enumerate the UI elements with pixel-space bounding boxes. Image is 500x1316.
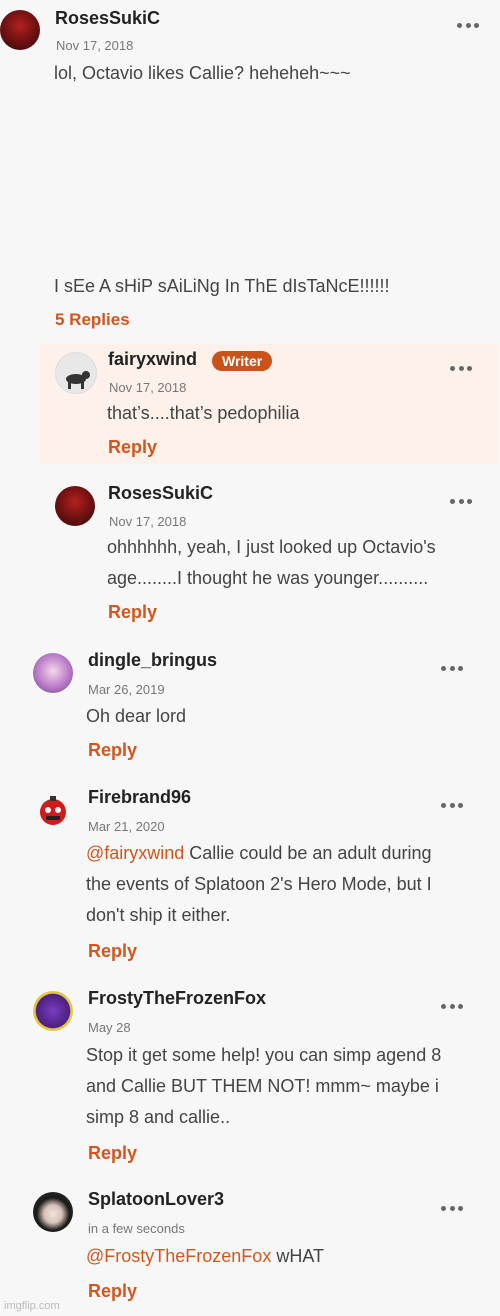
avatar[interactable] bbox=[55, 486, 95, 526]
avatar[interactable] bbox=[55, 352, 97, 394]
dog-image bbox=[66, 371, 90, 389]
user-mention-link[interactable]: @fairyxwind bbox=[86, 843, 184, 863]
comment-text-line: ohhhhhh, yeah, I just looked up Octavio'… bbox=[107, 537, 436, 557]
comment-text-line: age........I thought he was younger.....… bbox=[107, 568, 429, 588]
comment-date: Mar 21, 2020 bbox=[88, 819, 165, 834]
writer-badge: Writer bbox=[212, 351, 273, 371]
comment-date: Nov 17, 2018 bbox=[109, 380, 187, 395]
comment-text-line: Stop it get some help! you can simp agen… bbox=[86, 1045, 442, 1065]
comment-date: Nov 17, 2018 bbox=[109, 514, 187, 529]
comment-text-line: Oh dear lord bbox=[86, 706, 187, 726]
username[interactable]: FrostyTheFrozenFox bbox=[88, 988, 266, 1009]
comment-text-line: simp 8 and callie.. bbox=[86, 1107, 231, 1127]
comment-date: Nov 17, 2018 bbox=[56, 38, 134, 53]
reply-button[interactable]: Reply bbox=[108, 437, 157, 458]
more-dots-icon[interactable] bbox=[450, 364, 472, 372]
comment-date: in a few seconds bbox=[88, 1221, 185, 1236]
comment-date: Mar 26, 2019 bbox=[88, 682, 165, 697]
username[interactable]: RosesSukiC bbox=[55, 8, 160, 29]
more-dots-icon[interactable] bbox=[441, 801, 463, 809]
username[interactable]: dingle_bringus bbox=[88, 650, 217, 671]
comment-text: wHAT bbox=[271, 1246, 324, 1266]
comment-text-line: and Callie BUT THEM NOT! mmm~ maybe i bbox=[86, 1076, 439, 1096]
comment-text: Callie could be an adult during bbox=[184, 843, 432, 863]
reply-button[interactable]: Reply bbox=[108, 602, 157, 623]
more-dots-icon[interactable] bbox=[441, 664, 463, 672]
username[interactable]: SplatoonLover3 bbox=[88, 1189, 224, 1210]
reply-button[interactable]: Reply bbox=[88, 941, 137, 962]
watermark: imgflip.com bbox=[4, 1300, 60, 1312]
reply-button[interactable]: Reply bbox=[88, 1281, 137, 1302]
user-mention-link[interactable]: @FrostyTheFrozenFox bbox=[86, 1246, 271, 1266]
comment-text-line: don't ship it either. bbox=[86, 905, 231, 925]
username[interactable]: RosesSukiC bbox=[108, 483, 213, 504]
comment-text-line: @fairyxwind Callie could be an adult dur… bbox=[86, 843, 431, 864]
avatar[interactable] bbox=[33, 991, 73, 1031]
avatar[interactable] bbox=[0, 10, 40, 50]
comment-text-line: I sEe A sHiP sAiLiNg In ThE dIsTaNcE!!!!… bbox=[54, 276, 390, 296]
avatar[interactable] bbox=[33, 653, 73, 693]
comment-text-line: lol, Octavio likes Callie? heheheh~~~ bbox=[54, 63, 351, 83]
comment-date: May 28 bbox=[88, 1020, 131, 1035]
more-dots-icon[interactable] bbox=[457, 21, 479, 29]
avatar[interactable] bbox=[33, 1192, 73, 1232]
comment-text-line: that’s....that’s pedophilia bbox=[107, 403, 300, 423]
comment-text-line: the events of Splatoon 2's Hero Mode, bu… bbox=[86, 874, 432, 894]
reply-button[interactable]: Reply bbox=[88, 740, 137, 761]
comment-text-line: @FrostyTheFrozenFox wHAT bbox=[86, 1246, 324, 1267]
username[interactable]: Firebrand96 bbox=[88, 787, 191, 808]
reply-button[interactable]: Reply bbox=[88, 1143, 137, 1164]
angry-bomb-image bbox=[40, 796, 66, 825]
replies-count-link[interactable]: 5 Replies bbox=[55, 310, 130, 330]
more-dots-icon[interactable] bbox=[441, 1002, 463, 1010]
username[interactable]: fairyxwind bbox=[108, 349, 197, 370]
more-dots-icon[interactable] bbox=[441, 1204, 463, 1212]
more-dots-icon[interactable] bbox=[450, 497, 472, 505]
avatar[interactable] bbox=[33, 790, 73, 830]
